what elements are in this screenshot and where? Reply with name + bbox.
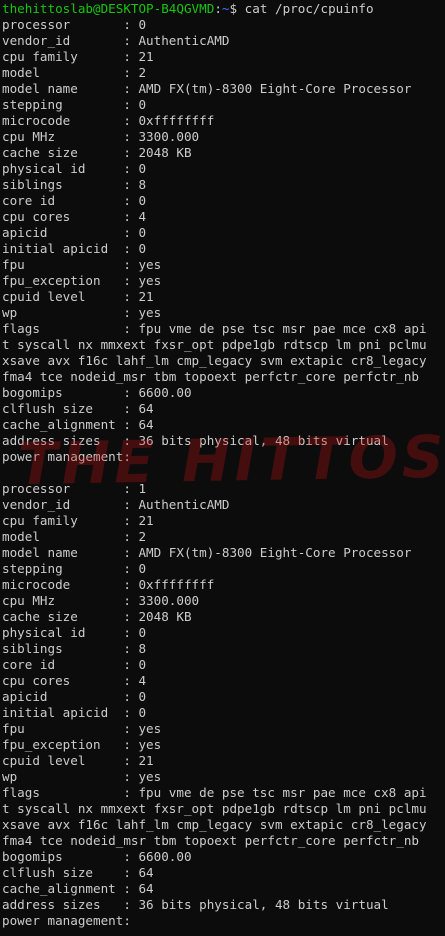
output-line: fpu : yes (2, 721, 162, 736)
output-line: wp : yes (2, 769, 162, 784)
output-line: clflush size : 64 (2, 865, 154, 880)
output-line: xsave avx f16c lahf_lm cmp_legacy svm ex… (2, 353, 427, 368)
output-line: processor : 0 (2, 17, 147, 32)
output-line: clflush size : 64 (2, 401, 154, 416)
output-line: vendor_id : AuthenticAMD (2, 33, 230, 48)
output-line: cache_alignment : 64 (2, 881, 154, 896)
output-line: cpu MHz : 3300.000 (2, 593, 200, 608)
output-line: microcode : 0xffffffff (2, 577, 215, 592)
output-line: wp : yes (2, 305, 162, 320)
output-line: microcode : 0xffffffff (2, 113, 215, 128)
output-line: t syscall nx mmxext fxsr_opt pdpe1gb rdt… (2, 801, 427, 816)
output-line: stepping : 0 (2, 561, 147, 576)
output-line: fpu_exception : yes (2, 273, 162, 288)
prompt-path: ~ (221, 1, 230, 16)
prompt-line: thehittoslab@DESKTOP-B4QGVMD:~$ cat /pro… (2, 1, 445, 17)
output-line: model : 2 (2, 65, 147, 80)
output-line: fma4 tce nodeid_msr tbm topoext perfctr_… (2, 833, 420, 848)
output-line: core id : 0 (2, 193, 147, 208)
output-line: fpu : yes (2, 257, 162, 272)
output-line: stepping : 0 (2, 97, 147, 112)
output-line: address sizes : 36 bits physical, 48 bit… (2, 433, 389, 448)
output-line: flags : fpu vme de pse tsc msr pae mce c… (2, 785, 427, 800)
output-line: t syscall nx mmxext fxsr_opt pdpe1gb rdt… (2, 337, 427, 352)
terminal-output: processor : 0 vendor_id : AuthenticAMD cpu… (2, 17, 445, 929)
output-line: address sizes : 36 bits physical, 48 bit… (2, 897, 389, 912)
output-line: physical id : 0 (2, 625, 147, 640)
output-line: siblings : 8 (2, 641, 147, 656)
output-line: cpu cores : 4 (2, 673, 147, 688)
output-line: physical id : 0 (2, 161, 147, 176)
output-line: cpu cores : 4 (2, 209, 147, 224)
prompt-user-host: thehittoslab@DESKTOP-B4QGVMD (2, 1, 215, 16)
output-line: power management: (2, 913, 131, 928)
output-line: apicid : 0 (2, 689, 147, 704)
prompt-separator: : (214, 1, 222, 16)
output-line: cpu family : 21 (2, 49, 154, 64)
output-line: fma4 tce nodeid_msr tbm topoext perfctr_… (2, 369, 420, 384)
output-line: flags : fpu vme de pse tsc msr pae mce c… (2, 321, 427, 336)
output-line: cache_alignment : 64 (2, 417, 154, 432)
output-line: power management: (2, 449, 131, 464)
output-line: initial apicid : 0 (2, 241, 147, 256)
prompt-symbol: $ (229, 1, 238, 16)
output-line: fpu_exception : yes (2, 737, 162, 752)
output-line: bogomips : 6600.00 (2, 849, 192, 864)
output-line: cache size : 2048 KB (2, 609, 192, 624)
terminal-window[interactable]: thehittoslab@DESKTOP-B4QGVMD:~$ cat /pro… (0, 0, 445, 936)
output-line: cache size : 2048 KB (2, 145, 192, 160)
output-line: cpu family : 21 (2, 513, 154, 528)
output-line: xsave avx f16c lahf_lm cmp_legacy svm ex… (2, 817, 427, 832)
output-line: siblings : 8 (2, 177, 147, 192)
output-line: model : 2 (2, 529, 147, 544)
output-line: apicid : 0 (2, 225, 147, 240)
output-line: cpuid level : 21 (2, 289, 154, 304)
output-line: core id : 0 (2, 657, 147, 672)
output-line: cpu MHz : 3300.000 (2, 129, 200, 144)
output-line: bogomips : 6600.00 (2, 385, 192, 400)
output-line: initial apicid : 0 (2, 705, 147, 720)
output-line: model name : AMD FX(tm)-8300 Eight-Core … (2, 545, 412, 560)
output-line: model name : AMD FX(tm)-8300 Eight-Core … (2, 81, 412, 96)
output-line: processor : 1 (2, 481, 147, 496)
prompt-command: cat /proc/cpuinfo (237, 1, 374, 16)
output-line: cpuid level : 21 (2, 753, 154, 768)
output-line: vendor_id : AuthenticAMD (2, 497, 230, 512)
